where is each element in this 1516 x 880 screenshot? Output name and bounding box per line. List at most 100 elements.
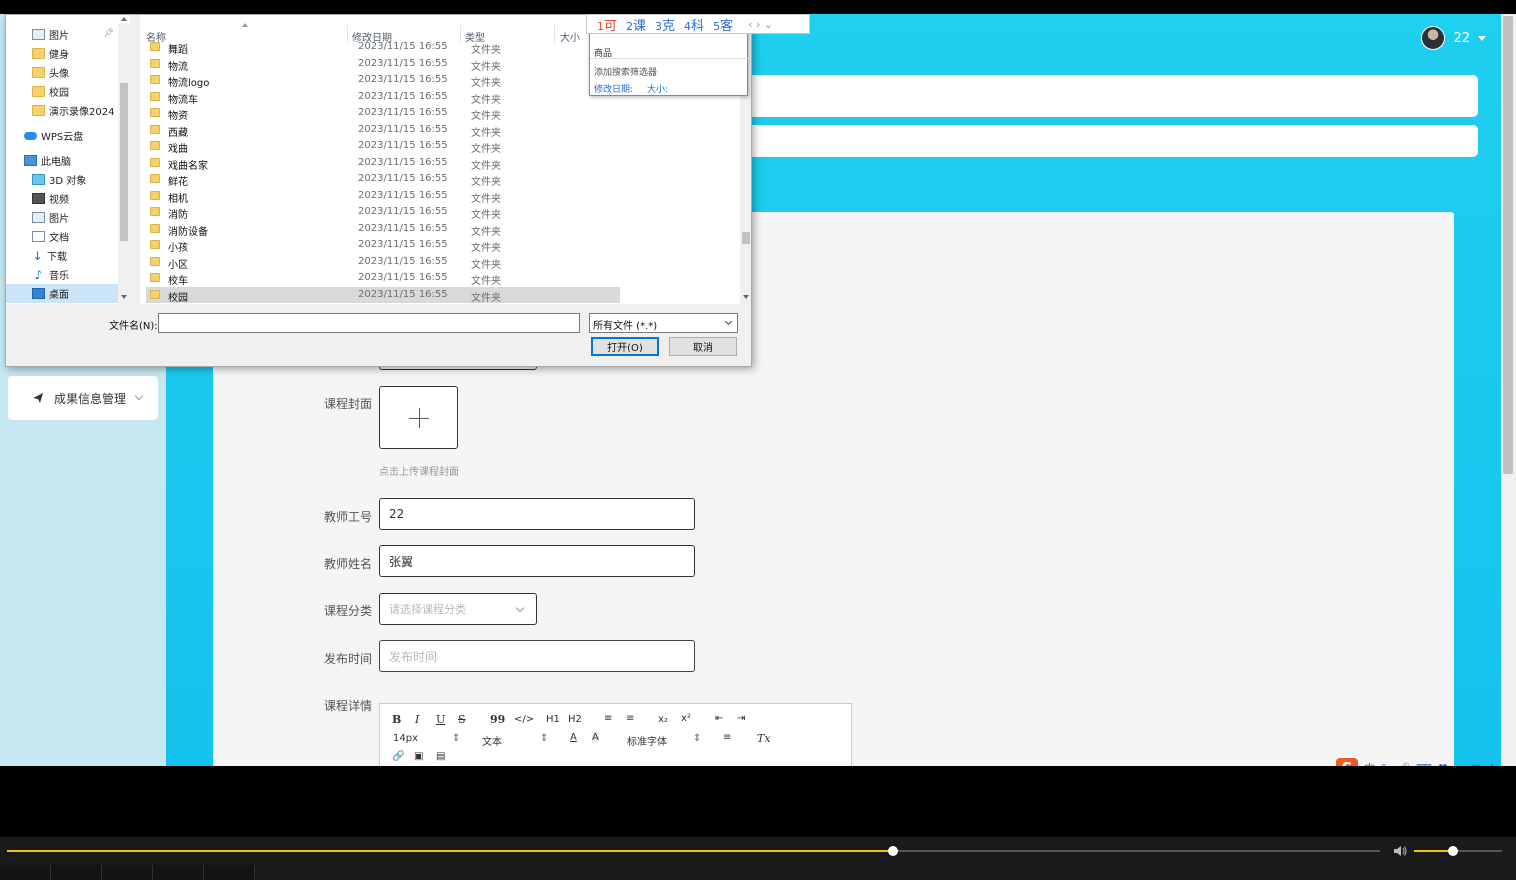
nav-item[interactable]: 图片 (6, 208, 118, 227)
user-menu[interactable]: 22 (1421, 26, 1486, 50)
open-button[interactable]: 打开(O) (591, 337, 659, 356)
cloud-icon[interactable]: ☁︎ (1454, 762, 1465, 767)
file-row[interactable]: 物流 2023/11/15 16:55 文件夹 (146, 56, 620, 73)
file-type-select[interactable]: 所有文件 (*.*) (589, 313, 738, 333)
filename-input[interactable] (158, 313, 580, 333)
nav-item[interactable]: 校园 (6, 82, 118, 101)
heading1-button[interactable]: H1 (546, 714, 560, 725)
video-icon[interactable]: ▤ (436, 751, 445, 762)
sidebar-item-achievements[interactable]: 成果信息管理 (8, 376, 158, 420)
nav-item[interactable]: 此电脑 (6, 151, 118, 170)
background-color-button[interactable]: A (592, 732, 599, 743)
font-family-select[interactable]: 标准字体 (627, 733, 667, 748)
file-row[interactable]: 消防设备 2023/11/15 16:55 文件夹 (146, 221, 620, 238)
ime-candidate[interactable]: 1可 (597, 15, 617, 34)
code-block-button[interactable]: </> (514, 714, 534, 725)
strike-button[interactable]: S (458, 713, 466, 726)
keyboard-icon[interactable]: ⌨︎ (1416, 762, 1432, 767)
filter-size-link[interactable]: 大小: (647, 82, 668, 95)
nav-scrollbar[interactable] (118, 17, 130, 304)
file-scrollbar-thumb[interactable] (742, 232, 750, 244)
file-row[interactable]: 戏曲 2023/11/15 16:55 文件夹 (146, 138, 620, 155)
sogou-logo-icon[interactable]: S (1336, 758, 1358, 766)
scroll-up-icon[interactable] (121, 17, 127, 21)
scroll-down-icon[interactable] (743, 295, 749, 299)
microphone-icon[interactable]: 🎤︎ (1396, 762, 1410, 767)
filter-date-link[interactable]: 修改日期: (594, 82, 633, 95)
scroll-down-icon[interactable] (121, 295, 127, 299)
rich-text-editor[interactable]: B I U S 99 </> H1 H2 ≡ ≡ x₂ x² ⇤ ⇥ 14px … (379, 703, 852, 766)
blockquote-button[interactable]: 99 (490, 713, 505, 726)
ime-status-bar[interactable]: S 中 °, 🎤︎ ⌨︎ ♥︎ ☁︎ ▦ ✲ (1336, 758, 1496, 766)
nav-item[interactable]: WPS云盘 (6, 126, 118, 145)
file-row[interactable]: 西藏 2023/11/15 16:55 文件夹 (146, 122, 620, 139)
bullet-list-button[interactable]: ≡ (626, 713, 634, 724)
header-format-select[interactable]: 文本 (482, 733, 502, 748)
file-row[interactable]: 物流车 2023/11/15 16:55 文件夹 (146, 89, 620, 106)
nav-item[interactable]: ♪ 音乐 (6, 265, 118, 284)
file-row[interactable]: 物资 2023/11/15 16:55 文件夹 (146, 105, 620, 122)
nav-item[interactable]: 健身 (6, 44, 118, 63)
nav-item[interactable]: 视频 (6, 189, 118, 208)
header-card (740, 75, 1478, 117)
volume-handle[interactable] (1447, 846, 1458, 856)
ime-candidate[interactable]: 2课 (626, 15, 646, 34)
ime-candidate[interactable]: 5客 (713, 15, 733, 34)
underline-button[interactable]: U (436, 713, 445, 726)
link-icon[interactable]: 🔗 (392, 751, 404, 762)
ime-candidate[interactable]: 4科 (684, 15, 704, 34)
teacher-id-input[interactable]: 22 (379, 498, 695, 530)
cover-upload-button[interactable] (379, 386, 458, 449)
file-row[interactable]: 舞蹈 2023/11/15 16:55 文件夹 (146, 39, 620, 56)
file-date: 2023/11/15 16:55 (358, 156, 448, 168)
cancel-button[interactable]: 取消 (669, 337, 737, 356)
ordered-list-button[interactable]: ≡ (604, 713, 612, 724)
nav-scrollbar-thumb[interactable] (120, 83, 128, 241)
skin-icon[interactable]: ♥︎ (1438, 762, 1448, 767)
file-row[interactable]: 物流logo 2023/11/15 16:55 文件夹 (146, 72, 620, 89)
bold-button[interactable]: B (392, 713, 401, 726)
italic-button[interactable]: I (415, 713, 419, 726)
avatar[interactable] (1421, 26, 1446, 50)
progress-handle[interactable] (887, 846, 898, 856)
superscript-button[interactable]: x² (681, 713, 691, 724)
volume-icon[interactable] (1392, 843, 1408, 859)
progress-bar[interactable] (7, 846, 1380, 856)
nav-item[interactable]: 图片 📌︎ (6, 25, 118, 44)
subscript-button[interactable]: x₂ (658, 714, 668, 725)
nav-item[interactable]: 3D 对象 (6, 170, 118, 189)
settings-icon[interactable]: ✲ (1487, 762, 1496, 767)
font-size-select[interactable]: 14px (393, 733, 418, 744)
indent-button[interactable]: ⇥ (737, 713, 745, 724)
file-row[interactable]: 戏曲名家 2023/11/15 16:55 文件夹 (146, 155, 620, 172)
publish-time-input[interactable]: 发布时间 (379, 640, 695, 672)
file-name: 舞蹈 (168, 45, 188, 56)
nav-item[interactable]: 文档 (6, 227, 118, 246)
file-row[interactable]: 校车 2023/11/15 16:55 文件夹 (146, 270, 620, 287)
file-row[interactable]: 消防 2023/11/15 16:55 文件夹 (146, 204, 620, 221)
category-select[interactable]: 请选择课程分类 (379, 593, 537, 625)
volume-slider[interactable] (1414, 846, 1502, 856)
nav-item[interactable]: 演示录像2024 (6, 101, 118, 120)
page-scrollbar-thumb[interactable] (1503, 16, 1513, 474)
ime-page-arrows[interactable]: ‹ › ⌄ (748, 18, 773, 31)
image-icon[interactable]: ▣ (414, 751, 423, 762)
heading2-button[interactable]: H2 (568, 714, 582, 725)
file-row[interactable]: 校园 2023/11/15 16:55 文件夹 (146, 286, 620, 304)
nav-item[interactable]: 桌面 (6, 284, 118, 303)
align-button[interactable]: ≡ (723, 732, 731, 743)
toolbox-icon[interactable]: ▦ (1471, 762, 1481, 767)
ime-candidate[interactable]: 3克 (655, 15, 675, 34)
file-row[interactable]: 小孩 2023/11/15 16:55 文件夹 (146, 237, 620, 254)
outdent-button[interactable]: ⇤ (715, 713, 723, 724)
ime-mode[interactable]: 中 (1364, 760, 1375, 766)
font-color-button[interactable]: A (570, 732, 577, 743)
teacher-name-input[interactable]: 张翼 (379, 545, 695, 577)
file-row[interactable]: 相机 2023/11/15 16:55 文件夹 (146, 188, 620, 205)
clear-format-button[interactable]: Tx (757, 732, 771, 745)
nav-item[interactable]: 头像 (6, 63, 118, 82)
file-row[interactable]: 小区 2023/11/15 16:55 文件夹 (146, 254, 620, 271)
ime-punct[interactable]: °, (1381, 762, 1390, 767)
file-row[interactable]: 鲜花 2023/11/15 16:55 文件夹 (146, 171, 620, 188)
nav-item[interactable]: ↓ 下载 (6, 246, 118, 265)
